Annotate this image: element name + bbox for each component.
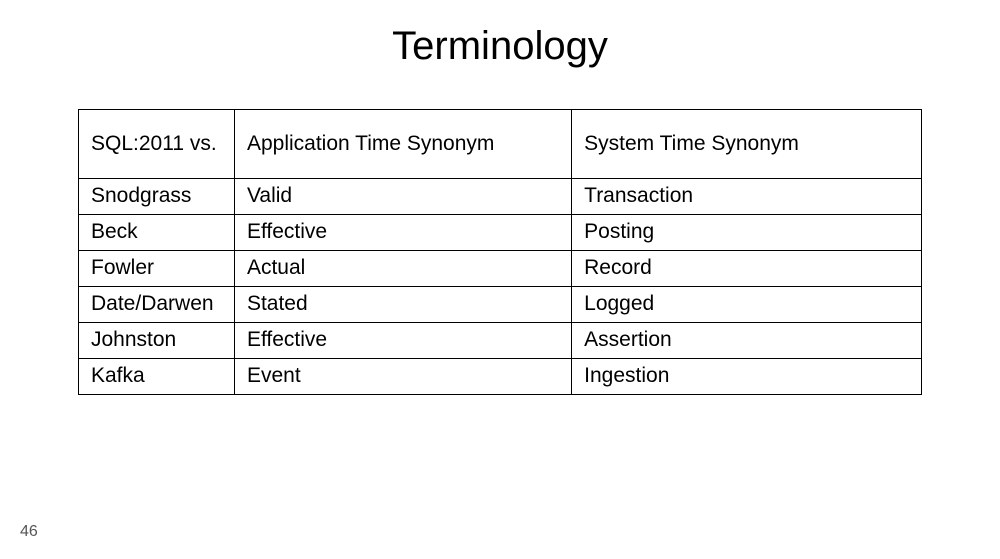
cell-app-time: Event — [234, 359, 571, 395]
cell-sys-time: Record — [572, 251, 922, 287]
terminology-table-container: SQL:2011 vs. Application Time Synonym Sy… — [0, 109, 1000, 395]
header-system-time: System Time Synonym — [572, 110, 922, 179]
table-row: Johnston Effective Assertion — [79, 323, 922, 359]
cell-app-time: Valid — [234, 179, 571, 215]
cell-source: Johnston — [79, 323, 235, 359]
cell-sys-time: Posting — [572, 215, 922, 251]
table-row: Fowler Actual Record — [79, 251, 922, 287]
slide-title: Terminology — [0, 0, 1000, 109]
table-row: Kafka Event Ingestion — [79, 359, 922, 395]
cell-sys-time: Logged — [572, 287, 922, 323]
cell-app-time: Effective — [234, 215, 571, 251]
cell-source: Kafka — [79, 359, 235, 395]
terminology-table: SQL:2011 vs. Application Time Synonym Sy… — [78, 109, 922, 395]
cell-app-time: Effective — [234, 323, 571, 359]
cell-source: Fowler — [79, 251, 235, 287]
table-row: Beck Effective Posting — [79, 215, 922, 251]
cell-app-time: Stated — [234, 287, 571, 323]
cell-source: Date/Darwen — [79, 287, 235, 323]
table-row: Snodgrass Valid Transaction — [79, 179, 922, 215]
page-number: 46 — [20, 523, 38, 541]
header-source: SQL:2011 vs. — [79, 110, 235, 179]
cell-sys-time: Transaction — [572, 179, 922, 215]
cell-source: Snodgrass — [79, 179, 235, 215]
cell-sys-time: Assertion — [572, 323, 922, 359]
cell-source: Beck — [79, 215, 235, 251]
cell-sys-time: Ingestion — [572, 359, 922, 395]
cell-app-time: Actual — [234, 251, 571, 287]
table-row: Date/Darwen Stated Logged — [79, 287, 922, 323]
table-header-row: SQL:2011 vs. Application Time Synonym Sy… — [79, 110, 922, 179]
header-application-time: Application Time Synonym — [234, 110, 571, 179]
